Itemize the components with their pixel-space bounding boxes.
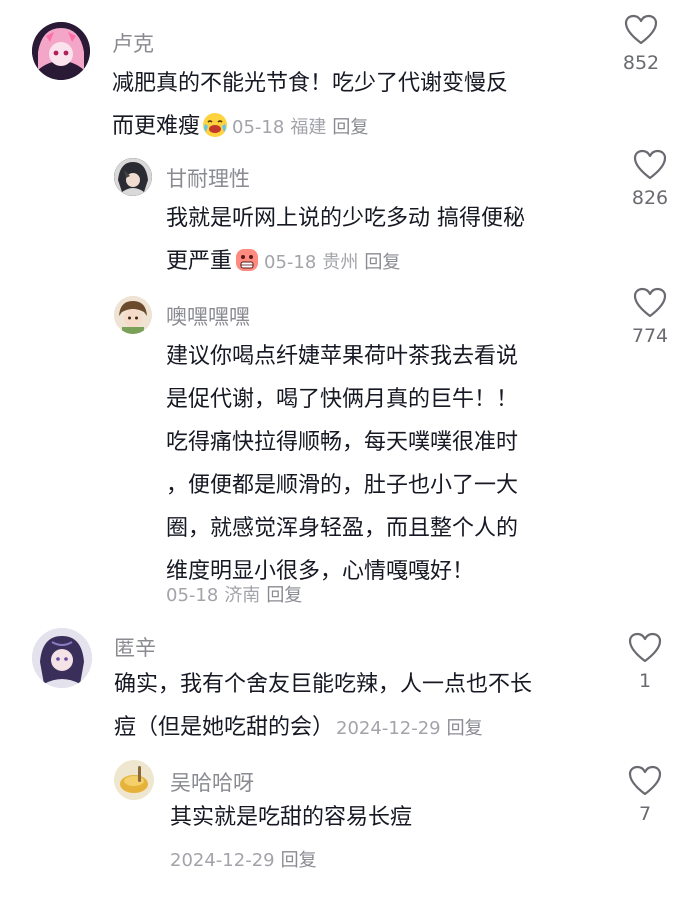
reply-button[interactable]: 回复	[281, 850, 317, 871]
comment-meta: 05-18 济南 回复	[166, 581, 308, 607]
like-count: 7	[638, 803, 652, 825]
comment-line: 而更难瘦 05-18 福建 回复	[112, 105, 508, 149]
comment-date: 2024-12-29	[170, 850, 275, 871]
reply-button[interactable]: 回复	[447, 718, 483, 739]
comment-line-text: 更严重	[166, 249, 233, 274]
heart-icon	[633, 287, 667, 318]
reply-button[interactable]: 回复	[266, 585, 302, 606]
comment-line: 圈，就感觉浑身轻盈，而且整个人的	[166, 516, 519, 541]
comment-date: 2024-12-29	[336, 718, 441, 739]
comment-text: 其实就是吃甜的容易长痘	[170, 796, 412, 839]
comment-meta: 05-18 福建 回复	[232, 117, 374, 138]
comment-line: 确实，我有个舍友巨能吃辣，人一点也不长	[114, 672, 533, 697]
comment-line: 痘（但是她吃甜的会） 2024-12-29 回复	[114, 706, 532, 750]
username[interactable]: 卢克	[112, 28, 154, 58]
comment-location: 贵州	[322, 252, 359, 273]
comment-meta: 05-18 贵州 回复	[264, 252, 406, 273]
like-count: 826	[631, 187, 669, 209]
comment-location: 济南	[224, 585, 261, 606]
comment-line: ，便便都是顺滑的，肚子也小了一大	[166, 473, 519, 498]
comment-line: 吃得痛快拉得顺畅，每天噗噗很准时	[166, 430, 519, 455]
comment-line-text: 而更难瘦	[112, 114, 201, 139]
comment-line: 其实就是吃甜的容易长痘	[170, 805, 413, 830]
like-button[interactable]: 852	[611, 14, 671, 74]
comment-date: 05-18	[166, 585, 219, 606]
comment-line: 是促代谢，喝了快俩月真的巨牛！！	[166, 387, 519, 412]
comment-text: 减肥真的不能光节食！吃少了代谢变慢反 而更难瘦 05-18 福建 回复	[112, 62, 508, 149]
heart-icon	[624, 14, 658, 45]
comment-line: 建议你喝点纤婕苹果荷叶茶我去看说	[166, 344, 519, 369]
avatar[interactable]	[114, 158, 152, 196]
comment-text: 确实，我有个舍友巨能吃辣，人一点也不长 痘（但是她吃甜的会） 2024-12-29…	[114, 663, 532, 750]
reply-button[interactable]: 回复	[332, 117, 368, 138]
username[interactable]: 吴哈哈呀	[170, 767, 254, 797]
comment-date: 05-18	[264, 252, 317, 273]
comment-text: 我就是听网上说的少吃多动 搞得便秘 更严重 05-18 贵州 回复	[166, 197, 525, 284]
like-button[interactable]: 1	[615, 632, 675, 692]
username[interactable]: 匿辛	[114, 632, 156, 662]
heart-icon	[628, 765, 662, 796]
username[interactable]: 噢嘿嘿嘿	[166, 301, 250, 331]
avatar[interactable]	[32, 22, 90, 80]
comment-line: 减肥真的不能光节食！吃少了代谢变慢反	[112, 71, 509, 96]
reply-button[interactable]: 回复	[364, 252, 400, 273]
like-button[interactable]: 774	[620, 287, 680, 347]
comment-text: 建议你喝点纤婕苹果荷叶茶我去看说 是促代谢，喝了快俩月真的巨牛！！ 吃得痛快拉得…	[166, 335, 518, 593]
like-count: 1	[638, 670, 652, 692]
comment-line: 更严重 05-18 贵州 回复	[166, 240, 525, 284]
like-button[interactable]: 7	[615, 765, 675, 825]
comment-meta: 2024-12-29 回复	[336, 718, 489, 739]
crying-laughing-emoji-icon	[202, 110, 228, 137]
avatar[interactable]	[114, 760, 154, 800]
avatar[interactable]	[114, 296, 152, 334]
like-count: 852	[622, 52, 660, 74]
username[interactable]: 甘耐理性	[166, 163, 250, 193]
like-button[interactable]: 826	[620, 149, 680, 209]
comment-line-text: 痘（但是她吃甜的会）	[114, 715, 335, 740]
comment-line: 我就是听网上说的少吃多动 搞得便秘	[166, 206, 525, 231]
comment-meta: 2024-12-29 回复	[170, 846, 323, 872]
like-count: 774	[631, 325, 669, 347]
heart-icon	[628, 632, 662, 663]
comment-location: 福建	[290, 117, 327, 138]
grimace-emoji-icon	[234, 245, 260, 271]
heart-icon	[633, 149, 667, 180]
comment-date: 05-18	[232, 117, 285, 138]
avatar[interactable]	[32, 628, 92, 688]
